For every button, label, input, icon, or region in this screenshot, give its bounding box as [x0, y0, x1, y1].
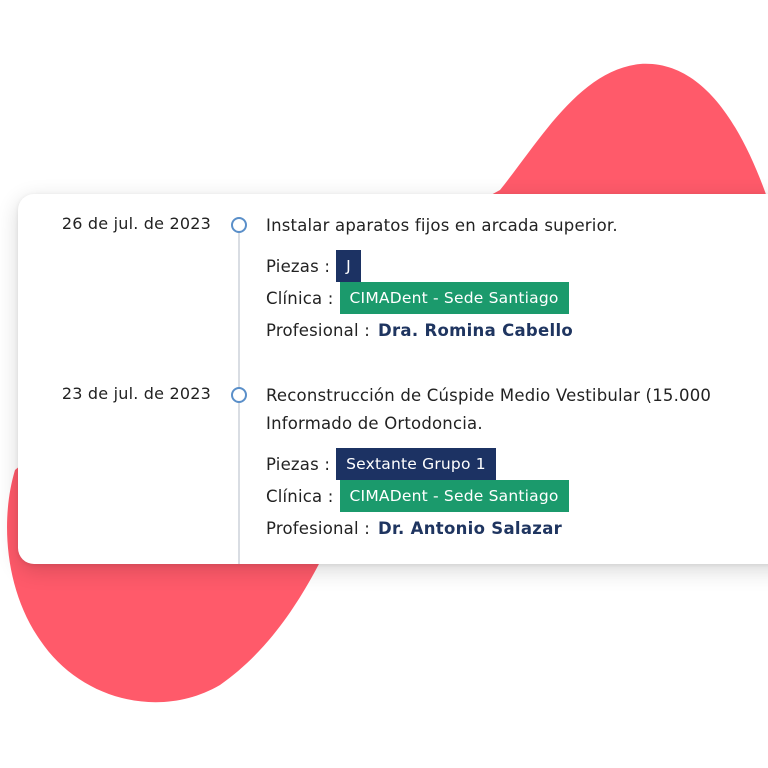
- profesional-label: Profesional :: [266, 518, 370, 538]
- history-card: 26 de jul. de 2023 Instalar aparatos fij…: [18, 194, 768, 564]
- clinica-badge: CIMADent - Sede Santiago: [339, 282, 569, 314]
- entry-description: Instalar aparatos fijos en arcada superi…: [266, 216, 618, 235]
- entry-description-line-2: Informado de Ortodoncia.: [266, 414, 483, 433]
- profesional-row: Profesional : Dr. Antonio Salazar: [266, 512, 768, 544]
- profesional-row: Profesional : Dra. Romina Cabello: [266, 314, 768, 346]
- piezas-badge: Sextante Grupo 1: [336, 448, 496, 480]
- piezas-label: Piezas :: [266, 256, 331, 276]
- clinica-badge: CIMADent - Sede Santiago: [339, 480, 569, 512]
- entry-content: Instalar aparatos fijos en arcada superi…: [266, 212, 768, 346]
- profesional-label: Profesional :: [266, 320, 370, 340]
- timeline-dot-icon: [231, 217, 247, 233]
- entry-description-line-1: Reconstrucción de Cúspide Medio Vestibul…: [266, 386, 712, 405]
- profesional-name: Dra. Romina Cabello: [377, 320, 574, 340]
- clinica-row: Clínica : CIMADent - Sede Santiago: [266, 282, 768, 314]
- entry-date: 23 de jul. de 2023: [61, 384, 211, 403]
- entry-date: 26 de jul. de 2023: [61, 214, 211, 233]
- timeline-dot-icon: [231, 387, 247, 403]
- piezas-row: Piezas : J: [266, 250, 768, 282]
- piezas-row: Piezas : Sextante Grupo 1: [266, 448, 768, 480]
- piezas-badge: J: [336, 250, 361, 282]
- clinica-row: Clínica : CIMADent - Sede Santiago: [266, 480, 768, 512]
- profesional-name: Dr. Antonio Salazar: [377, 518, 563, 538]
- clinica-label: Clínica :: [266, 486, 334, 506]
- piezas-label: Piezas :: [266, 454, 331, 474]
- clinica-label: Clínica :: [266, 288, 334, 308]
- entry-content: Reconstrucción de Cúspide Medio Vestibul…: [266, 382, 768, 544]
